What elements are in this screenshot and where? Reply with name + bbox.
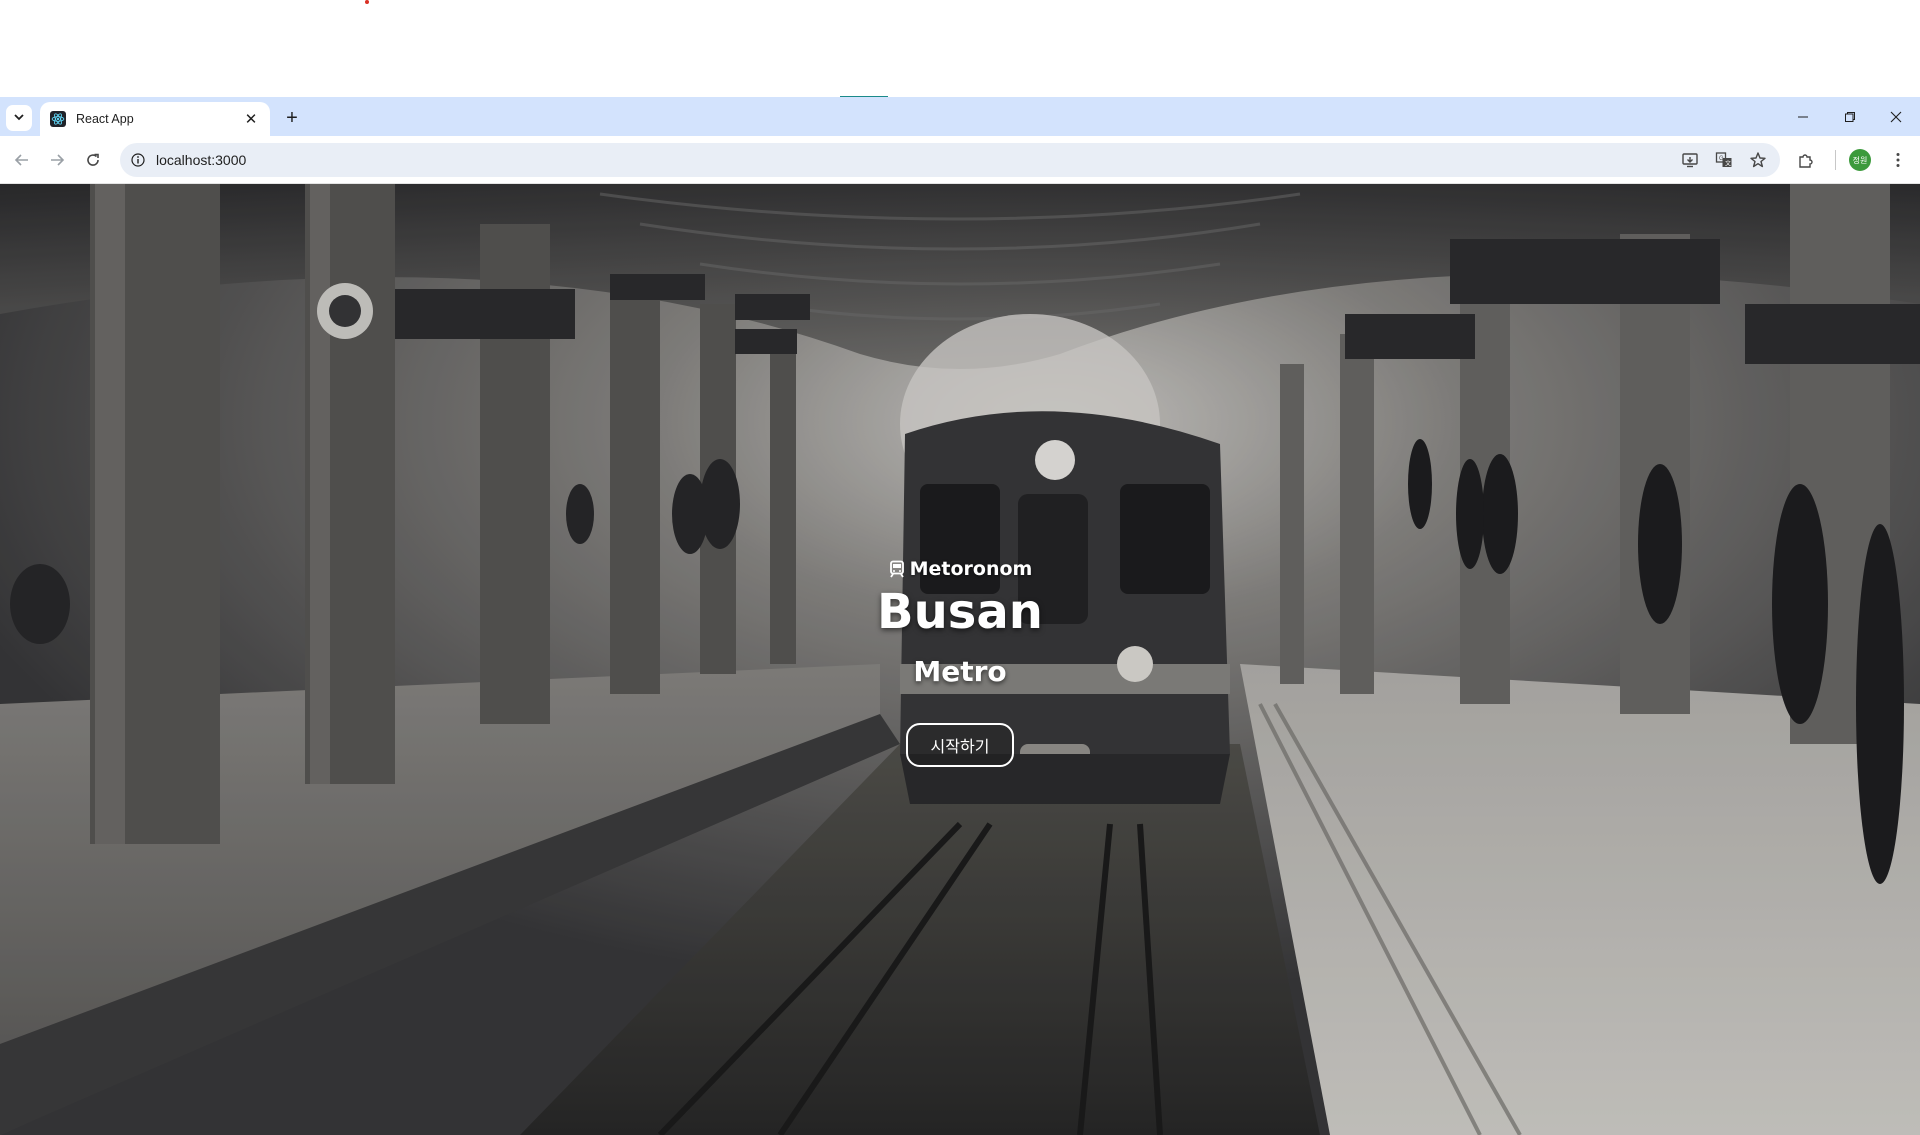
translate-icon[interactable]: G文 xyxy=(1714,150,1734,170)
browser-toolbar: localhost:3000 G文 정원 xyxy=(0,136,1920,184)
restore-icon[interactable] xyxy=(1827,97,1873,136)
close-icon[interactable] xyxy=(1873,97,1919,136)
bookmark-star-icon[interactable] xyxy=(1748,150,1768,170)
chevron-down-icon xyxy=(13,111,25,126)
close-icon[interactable]: ✕ xyxy=(242,110,260,128)
react-icon xyxy=(50,111,66,127)
back-icon[interactable] xyxy=(9,147,35,173)
svg-text:G: G xyxy=(1719,156,1724,162)
more-menu-icon[interactable] xyxy=(1888,150,1908,170)
brand-title: Metoronom xyxy=(0,558,1920,580)
forward-icon[interactable] xyxy=(44,147,70,173)
desktop-background xyxy=(0,0,1920,98)
url-text: localhost:3000 xyxy=(156,152,247,168)
start-button[interactable]: 시작하기 xyxy=(906,723,1014,767)
hero-section: Metoronom Busan Metro 시작하기 xyxy=(0,184,1920,1135)
tab-strip: React App ✕ + xyxy=(0,97,1920,136)
svg-text:文: 文 xyxy=(1725,160,1731,168)
tab-title: React App xyxy=(76,112,134,126)
tab-search-button[interactable] xyxy=(6,105,32,131)
tab-react-app[interactable]: React App ✕ xyxy=(40,102,270,136)
plus-icon[interactable]: + xyxy=(280,106,304,130)
info-icon[interactable] xyxy=(120,143,156,177)
cursor-marker xyxy=(365,0,369,4)
toolbar-divider xyxy=(1835,150,1836,170)
extensions-icon[interactable] xyxy=(1796,150,1816,170)
brand-name: Metoronom xyxy=(909,558,1033,580)
minimize-icon[interactable] xyxy=(1780,97,1826,136)
hero-title: Busan xyxy=(877,584,1043,640)
address-bar[interactable]: localhost:3000 G文 xyxy=(120,143,1780,177)
reload-icon[interactable] xyxy=(80,147,106,173)
hero-subtitle: Metro xyxy=(913,655,1007,688)
profile-avatar[interactable]: 정원 xyxy=(1849,149,1871,171)
install-app-icon[interactable] xyxy=(1680,150,1700,170)
train-icon xyxy=(888,560,906,578)
